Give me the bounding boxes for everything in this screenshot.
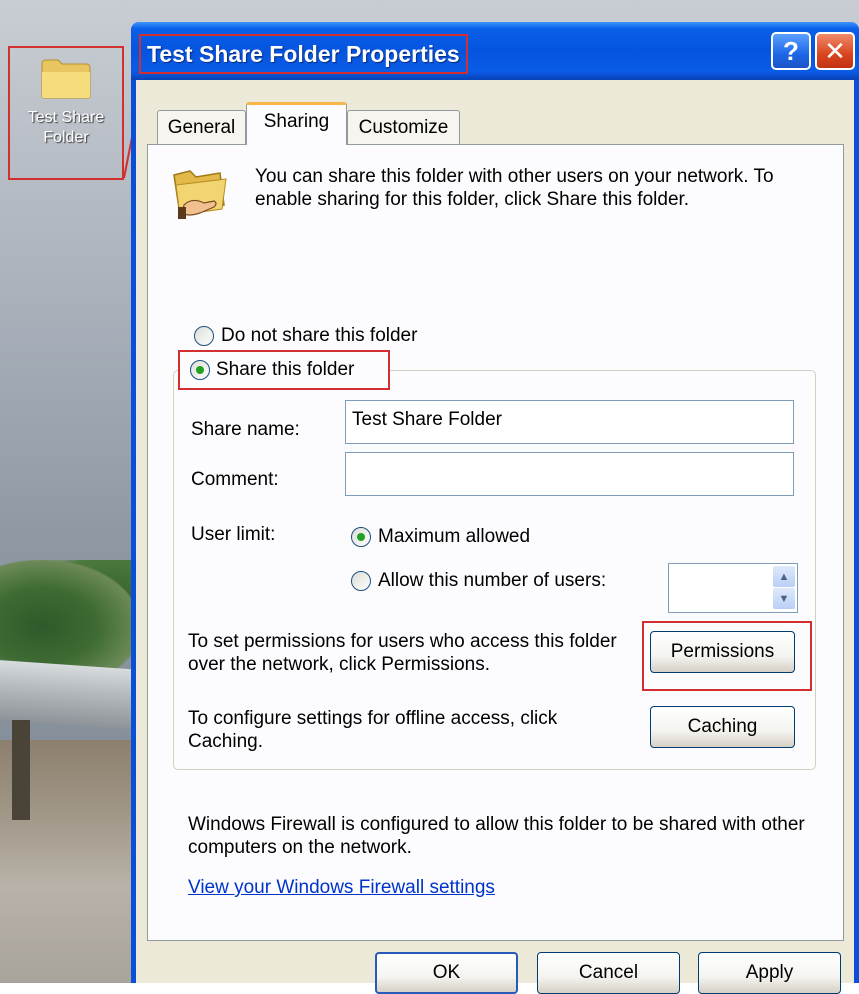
desktop-folder-icon[interactable]: Test Share Folder	[8, 46, 124, 180]
user-count-spinner[interactable]: ▲ ▼	[668, 563, 798, 613]
share-this-folder-radio[interactable]	[190, 360, 210, 380]
window-title: Test Share Folder Properties	[147, 40, 460, 67]
properties-dialog: Test Share Folder Properties ? ✕ General…	[131, 22, 859, 994]
share-name-label: Share name:	[191, 419, 300, 440]
allow-number-radio[interactable]	[351, 571, 371, 591]
spinner-up-icon[interactable]: ▲	[773, 566, 795, 587]
help-icon: ?	[783, 35, 799, 66]
close-icon: ✕	[824, 35, 846, 66]
comment-label: Comment:	[191, 469, 279, 490]
do-not-share-label[interactable]: Do not share this folder	[221, 324, 417, 347]
background-post	[12, 720, 30, 820]
spinner-arrows[interactable]: ▲ ▼	[773, 566, 795, 610]
title-highlight: Test Share Folder Properties	[139, 34, 468, 74]
spinner-down-icon[interactable]: ▼	[773, 588, 795, 609]
intro-text: You can share this folder with other use…	[255, 166, 774, 210]
ok-button[interactable]: OK	[375, 952, 518, 994]
permissions-button[interactable]: Permissions	[650, 631, 795, 673]
close-button[interactable]: ✕	[815, 32, 855, 70]
comment-field[interactable]	[345, 452, 794, 496]
caching-button[interactable]: Caching	[650, 706, 795, 748]
share-this-folder-label[interactable]: Share this folder	[216, 358, 354, 381]
folder-icon	[40, 56, 92, 100]
cancel-button[interactable]: Cancel	[537, 952, 680, 994]
help-button[interactable]: ?	[771, 32, 811, 70]
maximum-allowed-radio[interactable]	[351, 527, 371, 547]
share-name-field[interactable]: Test Share Folder	[345, 400, 794, 444]
allow-number-label[interactable]: Allow this number of users:	[378, 569, 606, 592]
firewall-text: Windows Firewall is configured to allow …	[188, 814, 805, 858]
title-bar[interactable]: Test Share Folder Properties ? ✕	[131, 22, 859, 80]
share-radio-highlight: Share this folder	[178, 350, 390, 390]
user-limit-label: User limit:	[191, 524, 276, 545]
firewall-settings-link[interactable]: View your Windows Firewall settings	[188, 876, 495, 899]
tab-customize[interactable]: Customize	[347, 110, 460, 144]
shared-folder-icon	[170, 165, 232, 223]
background-trees	[0, 560, 140, 670]
caching-text: To configure settings for offline access…	[188, 708, 558, 752]
tab-sharing[interactable]: Sharing	[246, 102, 347, 145]
sharing-tab-page: You can share this folder with other use…	[147, 144, 844, 941]
permissions-text: To set permissions for users who access …	[188, 631, 617, 675]
dialog-client-area: General Sharing Customize You can share …	[136, 80, 854, 994]
do-not-share-radio[interactable]	[194, 326, 214, 346]
tab-general[interactable]: General	[157, 110, 246, 144]
apply-button[interactable]: Apply	[698, 952, 841, 994]
desktop-icon-label: Test Share Folder	[27, 109, 105, 146]
maximum-allowed-label[interactable]: Maximum allowed	[378, 525, 530, 548]
